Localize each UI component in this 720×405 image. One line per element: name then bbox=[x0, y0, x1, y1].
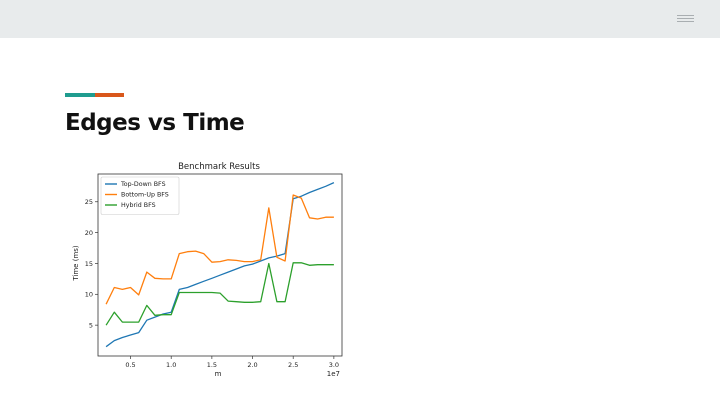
hamburger-menu-icon[interactable] bbox=[677, 15, 694, 23]
x-tick-label: 2.0 bbox=[247, 361, 257, 369]
legend-label: Bottom-Up BFS bbox=[121, 192, 169, 199]
chart-svg: Benchmark Results m Time (ms) 1e7 0.5 1.0… bbox=[66, 152, 356, 382]
x-tick-label: 1.0 bbox=[166, 361, 176, 369]
y-axis-label: Time (ms) bbox=[72, 245, 80, 282]
accent-bar-teal bbox=[65, 93, 95, 97]
benchmark-chart: Benchmark Results m Time (ms) 1e7 0.5 1.0… bbox=[66, 152, 356, 382]
legend-label: Hybrid BFS bbox=[121, 202, 156, 209]
x-tick-label: 1.5 bbox=[207, 361, 217, 369]
y-tick-label: 25 bbox=[85, 198, 93, 206]
y-tick-label: 10 bbox=[85, 291, 93, 299]
y-tick-label: 15 bbox=[85, 260, 93, 268]
legend-label: Top-Down BFS bbox=[120, 181, 166, 188]
top-bar bbox=[0, 0, 720, 38]
accent-bar bbox=[65, 93, 124, 97]
x-tick-label: 3.0 bbox=[329, 361, 339, 369]
y-tick-label: 5 bbox=[89, 321, 93, 329]
x-offset-label: 1e7 bbox=[327, 370, 340, 378]
chart-title: Benchmark Results bbox=[178, 162, 260, 172]
x-axis-label: m bbox=[215, 370, 222, 378]
x-tick-label: 2.5 bbox=[288, 361, 298, 369]
accent-bar-orange bbox=[95, 93, 124, 97]
y-tick-label: 20 bbox=[85, 229, 93, 237]
slide-title: Edges vs Time bbox=[65, 110, 245, 136]
x-tick-label: 0.5 bbox=[125, 361, 135, 369]
